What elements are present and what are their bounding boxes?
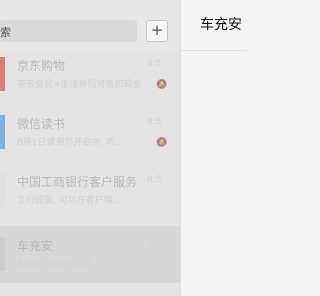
search-placeholder: 索	[0, 26, 11, 39]
add-button[interactable]: +	[146, 20, 168, 42]
loading-overlay	[0, 52, 180, 296]
search-input[interactable]: 索	[0, 20, 137, 42]
chat-sidebar: 索 + 京东购物 8:5 京东会员×生活补贴可抵扣现金 🔕 微信读书 8:5 6…	[0, 0, 180, 296]
divider	[180, 0, 181, 296]
chat-title: 车充安	[200, 17, 242, 33]
header-divider	[181, 50, 247, 51]
